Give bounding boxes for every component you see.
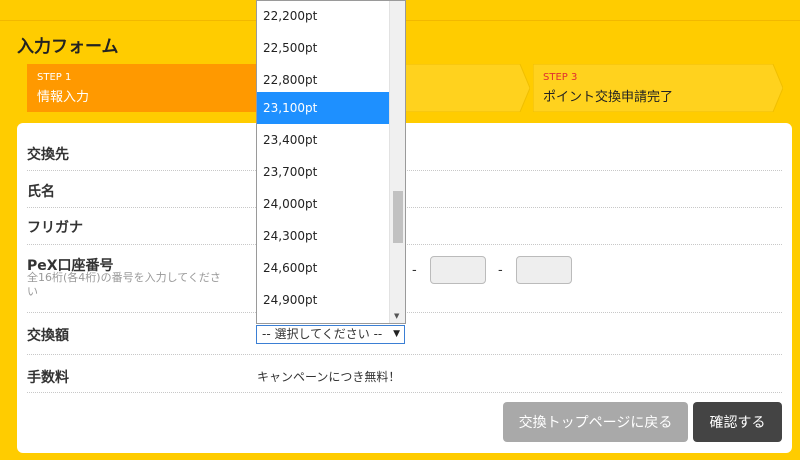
pex-separator: - <box>498 263 503 278</box>
fee-value: キャンペーンにつき無料！ <box>257 370 401 384</box>
furigana-label: フリガナ <box>27 220 83 236</box>
step-3-name: ポイント交換申請完了 <box>543 90 674 105</box>
dropdown-option[interactable]: 24,600pt <box>257 252 389 284</box>
scroll-down-arrow-icon[interactable]: ▼ <box>394 312 399 320</box>
amount-dropdown-list[interactable]: 22,200pt 22,500pt 22,800pt 23,100pt 23,4… <box>256 0 406 324</box>
dropdown-option[interactable]: 23,400pt <box>257 124 389 156</box>
pex-separator: - <box>412 263 417 278</box>
dropdown-option[interactable]: 24,000pt <box>257 188 389 220</box>
step-1: STEP 1 情報入力 <box>27 64 287 112</box>
pex-account-hint: 全16桁(各4桁)の番号を入力してください <box>27 271 221 298</box>
step-1-number: STEP 1 <box>37 72 72 83</box>
step-3-number: STEP 3 <box>543 72 578 83</box>
dropdown-option[interactable]: 23,700pt <box>257 156 389 188</box>
dropdown-scrollbar[interactable]: ▼ <box>389 1 405 323</box>
page-title: 入力フォーム <box>17 37 119 57</box>
scrollbar-thumb[interactable] <box>393 191 403 243</box>
step-3: STEP 3 ポイント交換申請完了 <box>533 64 783 112</box>
row-fee: 手数料 キャンペーンにつき無料！ <box>27 355 782 393</box>
pex-account-field-3[interactable] <box>430 256 486 284</box>
dropdown-option[interactable]: 24,300pt <box>257 220 389 252</box>
confirm-button[interactable]: 確認する <box>693 402 782 442</box>
dropdown-option[interactable]: 22,200pt <box>257 1 389 32</box>
amount-select-value: -- 選択してください -- <box>262 327 383 341</box>
fee-label: 手数料 <box>27 370 69 386</box>
amount-label: 交換額 <box>27 328 69 344</box>
pex-account-field-4[interactable] <box>516 256 572 284</box>
name-label: 氏名 <box>27 184 55 200</box>
step-1-name: 情報入力 <box>37 90 90 105</box>
dropdown-option[interactable]: 22,500pt <box>257 32 389 64</box>
back-to-top-button[interactable]: 交換トップページに戻る <box>503 402 688 442</box>
exchange-to-label: 交換先 <box>27 147 69 163</box>
dropdown-option-highlighted[interactable]: 23,100pt <box>257 92 389 124</box>
chevron-down-icon: ▼ <box>393 329 400 339</box>
amount-select[interactable]: -- 選択してください -- ▼ <box>256 325 405 344</box>
dropdown-option[interactable]: 24,900pt <box>257 284 389 316</box>
